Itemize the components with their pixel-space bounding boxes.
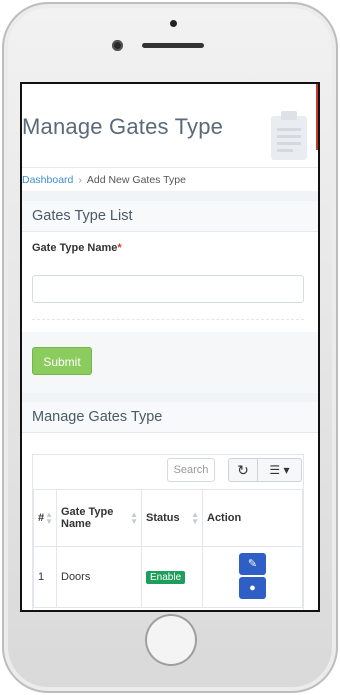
breadcrumb-current: Add New Gates Type [86,174,186,186]
front-camera [112,40,123,51]
search-input[interactable]: Search [167,458,215,482]
gates-type-table-container: Search ↻ ☰ ▾ # ▲ ▼ Gate Type Name ▲ ▼ Status… [32,454,304,610]
form-divider [32,319,304,320]
columns-toggle-button[interactable]: ☰ ▾ [258,458,302,482]
status-badge: Enable [146,570,186,584]
submit-button[interactable]: Submit [32,347,92,375]
cell-action: ✎ ● [202,546,303,608]
column-header-label: Action [207,512,242,524]
gate-type-name-label: Gate Type Name* [32,242,122,254]
breadcrumb-dashboard-link[interactable]: Dashboard [22,174,73,186]
caret-down-icon: ▾ [283,463,290,477]
column-header-action: Action [202,489,303,547]
earpiece-speaker [142,43,204,48]
clipboard-icon [271,111,307,160]
sort-icon: ▲ ▼ [45,510,53,526]
columns-list-icon: ☰ [269,463,281,477]
gates-type-table: # ▲ ▼ Gate Type Name ▲ ▼ Status ▲ ▼ Action 1 D… [33,489,303,608]
header-divider [22,167,318,168]
refresh-button[interactable]: ↻ [228,458,258,482]
page-title: Manage Gates Type [22,114,224,139]
refresh-icon: ↻ [237,462,249,478]
proximity-sensor [170,20,177,27]
gates-type-form-card: Gates Type List Gate Type Name* Submit [22,201,318,393]
column-header-label: Gate Type Name [61,506,114,530]
cell-index: 1 [33,546,57,608]
page-header: Manage Gates Type Dashboard › Add New Gate… [22,84,318,191]
column-header-label: # [38,512,45,524]
eye-icon: ● [249,582,256,594]
column-header-label: Status [146,512,180,524]
edit-button[interactable]: ✎ [239,553,266,575]
breadcrumb-separator-icon: › [78,174,82,186]
column-header-status[interactable]: Status ▲ ▼ [141,489,203,547]
required-mark: * [117,242,122,254]
pencil-icon: ✎ [247,558,258,570]
header-accent-bar [316,84,318,150]
table-header-row: # ▲ ▼ Gate Type Name ▲ ▼ Status ▲ ▼ Action [33,489,303,547]
phone-screen: Manage Gates Type Dashboard › Add New Gate… [20,82,320,612]
list-card-heading: Manage Gates Type [22,402,318,433]
cell-status: Enable [141,546,203,608]
home-button[interactable] [145,614,197,666]
form-card-heading: Gates Type List [22,201,318,232]
table-row: 1 Doors Enable ✎ ● [33,546,303,608]
gate-type-name-input[interactable] [32,275,304,303]
column-header-name[interactable]: Gate Type Name ▲ ▼ [56,489,142,547]
sort-icon: ▲ ▼ [130,510,138,526]
cell-gate-type-name: Doors [56,546,142,608]
gate-type-name-label-text: Gate Type Name [32,242,118,254]
breadcrumb: Dashboard › Add New Gates Type [22,174,186,186]
column-header-index[interactable]: # ▲ ▼ [33,489,57,547]
view-button[interactable]: ● [239,577,266,599]
sort-icon: ▲ ▼ [191,510,199,526]
manage-gates-type-card: Manage Gates Type Search ↻ ☰ ▾ # ▲ ▼ Gate … [22,402,318,610]
